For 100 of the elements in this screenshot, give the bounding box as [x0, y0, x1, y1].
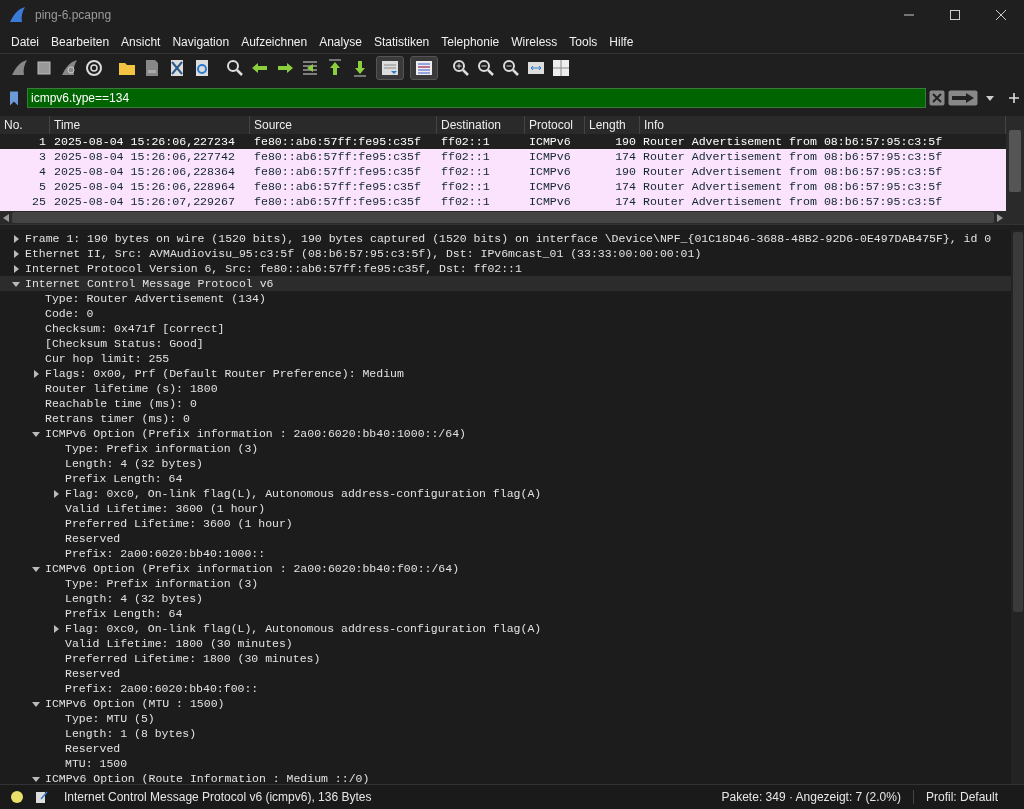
- tree-item[interactable]: [Checksum Status: Good]: [0, 336, 1011, 351]
- table-cell-text: fe80::ab6:57ff:fe95:c35f: [253, 194, 422, 209]
- tree-item[interactable]: Internet Protocol Version 6, Src: fe80::ab6:57ff:fe95:c35f, Dst: ff02::1: [0, 261, 1011, 276]
- vertical-scrollbar[interactable]: [1011, 230, 1024, 784]
- tree-item[interactable]: Retrans timer (ms): 0: [0, 411, 1011, 426]
- colorize-icon[interactable]: [410, 55, 438, 80]
- tree-item[interactable]: Type: Router Advertisement (134): [0, 291, 1011, 306]
- clear-icon[interactable]: [929, 90, 945, 106]
- tree-item[interactable]: Length: 4 (32 bytes): [0, 591, 1011, 606]
- scroll-left-icon[interactable]: [3, 213, 9, 222]
- tree-item[interactable]: Prefix Length: 64: [0, 606, 1011, 621]
- menu-item[interactable]: Telephonie: [435, 34, 506, 49]
- profile-label[interactable]: Profil: Default: [913, 790, 1024, 804]
- maximize-icon[interactable]: [950, 10, 960, 20]
- table-cell-text: Router Advertisement from 08:b6:57:95:c3:5f: [642, 134, 944, 149]
- table-cell-text: 2025-08-04 15:26:06,227234: [53, 134, 236, 149]
- tree-item[interactable]: Reserved: [0, 531, 1011, 546]
- tree-item[interactable]: Type: MTU (5): [0, 711, 1011, 726]
- tree-item[interactable]: Valid Lifetime: 1800 (30 minutes): [0, 636, 1011, 651]
- table-cell-text: fe80::ab6:57ff:fe95:c35f: [253, 179, 422, 194]
- table-cell-text: 174: [614, 149, 637, 164]
- table-cell-text: 1: [38, 134, 47, 149]
- tree-item[interactable]: Flag: 0xc0, On-link flag(L), Autonomous address-configuration flag(A): [0, 486, 1011, 501]
- caret-right-icon[interactable]: [52, 624, 60, 633]
- caret-down-icon[interactable]: [32, 429, 40, 438]
- tree-item[interactable]: Preferred Lifetime: 3600 (1 hour): [0, 516, 1011, 531]
- autoscroll-icon[interactable]: [376, 55, 404, 80]
- table-cell-text: ICMPv6: [528, 164, 572, 179]
- caret-down-icon[interactable]: [32, 699, 40, 708]
- table-cell-text: 4: [38, 164, 47, 179]
- status-text: Internet Control Message Protocol v6 (icmpv6), 136 Bytes: [64, 790, 372, 804]
- tree-item[interactable]: Preferred Lifetime: 1800 (30 minutes): [0, 651, 1011, 666]
- tree-item[interactable]: Type: Prefix information (3): [0, 576, 1011, 591]
- menu-item[interactable]: Wireless: [505, 34, 564, 49]
- table-cell-text: ff02::1: [440, 134, 491, 149]
- table-cell-text: ff02::1: [440, 194, 491, 209]
- table-cell-text: ff02::1: [440, 179, 491, 194]
- table-cell-text: 2025-08-04 15:26:06,228964: [53, 179, 236, 194]
- status-dot-icon[interactable]: [10, 790, 24, 804]
- menu-item[interactable]: Tools: [563, 34, 604, 49]
- packet-count: Pakete: 349 · Angezeigt: 7 (2.0%): [709, 790, 914, 804]
- close-icon[interactable]: [996, 10, 1006, 20]
- dropdown-caret-icon[interactable]: [986, 95, 994, 101]
- caret-right-icon[interactable]: [32, 369, 40, 378]
- tree-item[interactable]: MTU: 1500: [0, 756, 1011, 771]
- menu-item[interactable]: Bearbeiten: [45, 34, 116, 49]
- tree-item[interactable]: Checksum: 0x471f [correct]: [0, 321, 1011, 336]
- tree-item[interactable]: ICMPv6 Option (Route Information : Medium ::/0): [0, 771, 1011, 784]
- horizontal-scrollbar[interactable]: [0, 211, 1006, 224]
- tree-item[interactable]: Length: 1 (8 bytes): [0, 726, 1011, 741]
- tree-item[interactable]: ICMPv6 Option (MTU : 1500): [0, 696, 1011, 711]
- menu-item[interactable]: Ansicht: [115, 34, 167, 49]
- tree-item[interactable]: Flag: 0xc0, On-link flag(L), Autonomous address-configuration flag(A): [0, 621, 1011, 636]
- tree-item[interactable]: Length: 4 (32 bytes): [0, 456, 1011, 471]
- tree-item[interactable]: Prefix: 2a00:6020:bb40:1000::: [0, 546, 1011, 561]
- table-cell-text: fe80::ab6:57ff:fe95:c35f: [253, 164, 422, 179]
- table-cell-text: ICMPv6: [528, 194, 572, 209]
- menu-item[interactable]: Aufzeichnen: [235, 34, 314, 49]
- table-cell-text: 190: [614, 134, 637, 149]
- table-cell-text: 3: [38, 149, 47, 164]
- table-cell-text: Router Advertisement from 08:b6:57:95:c3:5f: [642, 194, 944, 209]
- table-cell-text: Router Advertisement from 08:b6:57:95:c3:5f: [642, 149, 944, 164]
- caret-down-icon[interactable]: [32, 564, 40, 573]
- menu-item[interactable]: Navigation: [166, 34, 236, 49]
- notepad-icon[interactable]: [34, 790, 48, 804]
- caret-down-icon[interactable]: [32, 774, 40, 783]
- display-filter-field[interactable]: icmpv6.type==134: [27, 88, 926, 108]
- window-title: ping-6.pcapng: [35, 8, 112, 22]
- table-cell-text: ff02::1: [440, 149, 491, 164]
- tree-item[interactable]: Reserved: [0, 741, 1011, 756]
- tree-item[interactable]: ICMPv6 Option (Prefix information : 2a00:6020:bb40:1000::/64): [0, 426, 1011, 441]
- menu-item[interactable]: Analyse: [313, 34, 368, 49]
- scroll-right-icon[interactable]: [997, 213, 1003, 222]
- tree-item[interactable]: Flags: 0x00, Prf (Default Router Preference): Medium: [0, 366, 1011, 381]
- tree-item[interactable]: Reachable time (ms): 0: [0, 396, 1011, 411]
- caret-down-icon[interactable]: [12, 279, 20, 288]
- tree-item[interactable]: Frame 1: 190 bytes on wire (1520 bits), 190 bytes captured (1520 bits) on interface \Device\NPF_{01C18D46-3688-48B2-92D6-0E497DAB475F}, id 0: [0, 231, 1011, 246]
- tree-item[interactable]: Cur hop limit: 255: [0, 351, 1011, 366]
- tree-item[interactable]: Internet Control Message Protocol v6: [0, 276, 1011, 291]
- tree-item[interactable]: Code: 0: [0, 306, 1011, 321]
- tree-item[interactable]: Router lifetime (s): 1800: [0, 381, 1011, 396]
- menu-item[interactable]: Hilfe: [603, 34, 640, 49]
- vertical-scrollbar[interactable]: [1006, 116, 1024, 224]
- packet-row[interactable]: 1 2025-08-04 15:26:06,227234 fe80::ab6:57ff:fe95:c35f ff02::1 ICMPv6 190 Router Advertisement from 08:b6:57:95:c3:5f: [0, 134, 1006, 149]
- table-cell-text: 190: [614, 164, 637, 179]
- menu-item[interactable]: Datei: [5, 34, 45, 49]
- tree-item[interactable]: Reserved: [0, 666, 1011, 681]
- table-cell-text: fe80::ab6:57ff:fe95:c35f: [253, 149, 422, 164]
- bookmark-icon[interactable]: [9, 90, 19, 106]
- tree-item[interactable]: Ethernet II, Src: AVMAudiovisu_95:c3:5f (08:b6:57:95:c3:5f), Dst: IPv6mcast_01 (33:33:00:00:00:01): [0, 246, 1011, 261]
- tree-item[interactable]: Prefix: 2a00:6020:bb40:f00::: [0, 681, 1011, 696]
- tree-item[interactable]: Valid Lifetime: 3600 (1 hour): [0, 501, 1011, 516]
- menu-item[interactable]: Statistiken: [367, 34, 436, 49]
- tree-item[interactable]: Type: Prefix information (3): [0, 441, 1011, 456]
- tree-item[interactable]: ICMPv6 Option (Prefix information : 2a00:6020:bb40:f00::/64): [0, 561, 1011, 576]
- caret-right-icon[interactable]: [52, 489, 60, 498]
- tree-item[interactable]: Prefix Length: 64: [0, 471, 1011, 486]
- plus-icon[interactable]: [1009, 93, 1019, 103]
- table-cell-text: fe80::ab6:57ff:fe95:c35f: [253, 134, 422, 149]
- table-cell-text: 2025-08-04 15:26:07,229267: [53, 194, 236, 209]
